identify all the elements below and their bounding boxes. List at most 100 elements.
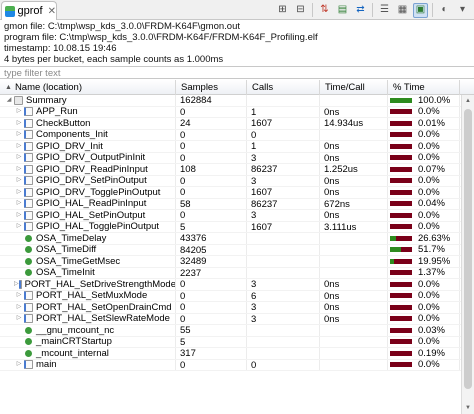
percent-bar-remainder <box>390 189 412 195</box>
percent-bar <box>390 224 412 230</box>
calls-cell: 1607 <box>247 221 320 232</box>
sort-icon[interactable]: ⇅ <box>317 3 332 18</box>
calls-cell: 0 <box>247 359 320 370</box>
close-icon[interactable]: ✕ <box>48 6 56 17</box>
scroll-up-icon[interactable]: ▲ <box>462 95 474 107</box>
expand-arrow-icon[interactable]: ▷ <box>14 176 24 187</box>
expand-arrow-icon[interactable]: ▷ <box>14 210 24 221</box>
table-row[interactable]: OSA_TimeDiff 84205 51.7% <box>0 244 461 256</box>
table-row[interactable]: ▷ GPIO_DRV_SetPinOutput 0 3 0ns 0.0% <box>0 175 461 187</box>
chart-icon[interactable]: ◐ <box>437 3 452 18</box>
name-cell: OSA_TimeDiff <box>0 244 176 255</box>
flat-view-icon[interactable]: ☰ <box>377 3 392 18</box>
percent-bar-remainder <box>390 304 412 310</box>
percent-bar-remainder <box>390 293 412 299</box>
expand-arrow-icon[interactable]: ▷ <box>14 118 24 129</box>
table-row[interactable]: ▷ GPIO_HAL_SetPinOutput 0 3 0ns 0.0% <box>0 210 461 222</box>
view-menu-icon[interactable]: ▾ <box>455 3 470 18</box>
column-header-calls[interactable]: Calls <box>247 80 320 95</box>
table-row[interactable]: ▷ main 0 0 0.0% <box>0 359 461 371</box>
expand-all-icon[interactable]: ⊞ <box>275 3 290 18</box>
table-row[interactable]: ▷ PORT_HAL_SetSlewRateMode 0 3 0ns 0.0% <box>0 313 461 325</box>
calls-cell: 86237 <box>247 164 320 175</box>
function-view-icon[interactable]: ▣ <box>413 2 428 18</box>
table-row[interactable]: ◢ Summary 162884 100.0% <box>0 95 461 107</box>
percent-time-cell: 19.95% <box>388 256 460 267</box>
scroll-down-icon[interactable]: ▼ <box>462 402 474 414</box>
calls-cell: 3 <box>247 279 320 290</box>
expand-arrow-icon[interactable]: ▷ <box>14 153 24 164</box>
expand-arrow-icon[interactable]: ▷ <box>14 107 24 118</box>
percent-bar-remainder <box>390 201 412 207</box>
table-row[interactable]: ▷ Components_Init 0 0 0.0% <box>0 129 461 141</box>
vertical-scrollbar[interactable]: ▲ ▼ <box>461 95 474 414</box>
percent-bar-fill <box>390 247 402 253</box>
table-row[interactable]: ▷ PORT_HAL_SetDriveStrengthMode 0 3 0ns 0.0% <box>0 279 461 291</box>
scrollbar-thumb[interactable] <box>464 109 472 389</box>
samples-cell: 0 <box>176 141 247 152</box>
table-row[interactable]: __gnu_mcount_nc 55 0.03% <box>0 325 461 337</box>
expand-arrow-icon[interactable]: ▷ <box>14 302 24 313</box>
expand-arrow-icon[interactable]: ▷ <box>14 314 24 325</box>
calls-cell: 86237 <box>247 198 320 209</box>
table-row[interactable]: ▷ CheckButton 24 1607 14.934us 0.01% <box>0 118 461 130</box>
table-row[interactable]: ▷ GPIO_DRV_OutputPinInit 0 3 0ns 0.0% <box>0 152 461 164</box>
table-row[interactable]: ▷ GPIO_DRV_TogglePinOutput 0 1607 0ns 0.0% <box>0 187 461 199</box>
column-header-percent-time[interactable]: % Time <box>388 80 460 95</box>
table-row[interactable]: ▷ GPIO_DRV_ReadPinInput 108 86237 1.252us 0.0… <box>0 164 461 176</box>
expand-arrow-icon[interactable]: ▷ <box>14 279 19 290</box>
column-header-samples[interactable]: Samples <box>176 80 247 95</box>
column-header-name[interactable]: ▲ Name (location) <box>0 80 176 95</box>
expand-arrow-icon[interactable]: ▷ <box>14 360 24 371</box>
table-row[interactable]: ▷ APP_Run 0 1 0ns 0.0% <box>0 106 461 118</box>
table-row[interactable]: ▷ GPIO_HAL_ReadPinInput 58 86237 672ns 0.04% <box>0 198 461 210</box>
table-row[interactable]: _mainCRTStartup 5 0.0% <box>0 336 461 348</box>
collapse-arrow-icon[interactable]: ◢ <box>4 95 14 106</box>
row-name: GPIO_DRV_OutputPinInit <box>36 152 146 164</box>
percent-value: 1.37% <box>418 267 445 279</box>
table-row[interactable]: _mcount_internal 317 0.19% <box>0 348 461 360</box>
file-icon <box>24 118 33 128</box>
tab-gprof[interactable]: gprof ✕ <box>1 1 57 20</box>
table-row[interactable]: ▷ GPIO_DRV_Init 0 1 0ns 0.0% <box>0 141 461 153</box>
name-cell: ◢ Summary <box>0 95 176 106</box>
expand-arrow-icon[interactable]: ▷ <box>14 187 24 198</box>
row-name: OSA_TimeInit <box>36 267 95 279</box>
percent-time-cell: 51.7% <box>388 244 460 255</box>
table-row[interactable]: OSA_TimeInit 2237 1.37% <box>0 267 461 279</box>
expand-arrow-icon[interactable]: ▷ <box>14 130 24 141</box>
percent-bar-remainder <box>390 120 412 126</box>
percent-bar <box>390 316 412 322</box>
expand-arrow-icon[interactable]: ▷ <box>14 222 24 233</box>
percent-time-cell: 0.0% <box>388 290 460 301</box>
table-row[interactable]: OSA_TimeDelay 43376 26.63% <box>0 233 461 245</box>
collapse-all-icon[interactable]: ⊟ <box>293 3 308 18</box>
table-row[interactable]: ▷ PORT_HAL_SetMuxMode 0 6 0ns 0.0% <box>0 290 461 302</box>
table-row[interactable]: ▷ PORT_HAL_SetOpenDrainCmd 0 3 0ns 0.0% <box>0 302 461 314</box>
column-header-time-call[interactable]: Time/Call <box>320 80 388 95</box>
samples-cell: 5 <box>176 221 247 232</box>
expand-arrow-icon[interactable]: ▷ <box>14 164 24 175</box>
calls-cell: 1607 <box>247 187 320 198</box>
expand-arrow-icon[interactable]: ▷ <box>14 199 24 210</box>
samples-cell: 0 <box>176 175 247 186</box>
switch-sample-time-icon[interactable]: ⇄ <box>353 3 368 18</box>
name-cell: ▷ PORT_HAL_SetOpenDrainCmd <box>0 302 176 313</box>
percent-bar-remainder <box>390 339 412 345</box>
name-cell: ▷ PORT_HAL_SetSlewRateMode <box>0 313 176 325</box>
samples-cell: 0 <box>176 129 247 140</box>
summary-icon <box>14 95 23 105</box>
time-call-cell: 3.111us <box>320 221 388 232</box>
export-csv-icon[interactable]: ▤ <box>335 3 350 18</box>
percent-bar <box>390 166 412 172</box>
row-name: CheckButton <box>36 118 91 129</box>
table-row[interactable]: OSA_TimeGetMsec 32489 19.95% <box>0 256 461 268</box>
tree-view-icon[interactable]: ▦ <box>395 3 410 18</box>
expand-arrow-icon[interactable]: ▷ <box>14 141 24 152</box>
calls-cell: 3 <box>247 210 320 221</box>
filter-input[interactable] <box>0 68 474 79</box>
percent-bar <box>390 247 412 253</box>
expand-arrow-icon[interactable]: ▷ <box>14 291 24 302</box>
row-name: APP_Run <box>36 106 78 118</box>
table-row[interactable]: ▷ GPIO_HAL_TogglePinOutput 5 1607 3.111us 0.0… <box>0 221 461 233</box>
